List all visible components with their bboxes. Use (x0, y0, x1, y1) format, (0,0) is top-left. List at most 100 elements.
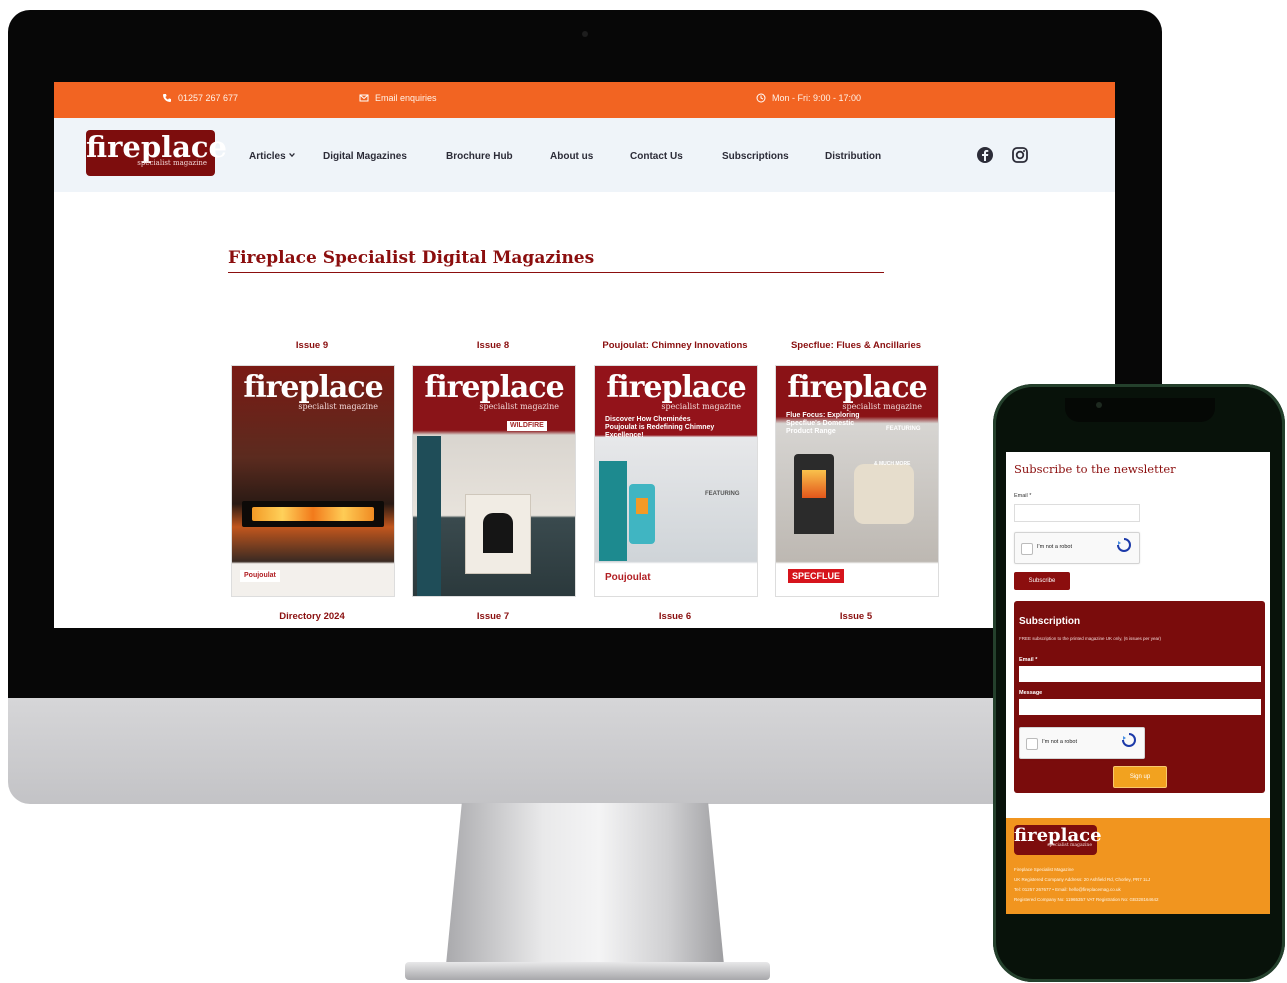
cover-brand: Poujoulat (605, 572, 651, 583)
cover-tagline: specialist magazine (298, 402, 378, 411)
logo-word: fireplace (86, 130, 228, 164)
footer-logo[interactable]: fireplace specialist magazine (1014, 825, 1102, 855)
main-navbar: fireplace specialist magazine Articles D… (54, 118, 1115, 192)
cover-featuring: FEATURING (705, 491, 740, 497)
cover-featuring: FEATURING (886, 426, 921, 432)
footer-company-name: Fireplace Specialist Magazine (1014, 867, 1074, 872)
magazine-title[interactable]: Issue 7 (403, 611, 583, 622)
sub-message-input[interactable] (1019, 699, 1261, 715)
captcha-checkbox[interactable] (1021, 543, 1033, 555)
newsletter-captcha[interactable]: I'm not a robot (1014, 532, 1140, 564)
cover-fireplace-image (242, 501, 384, 527)
email-contact[interactable]: Email enquiries (359, 93, 437, 103)
cover-logo: fireplace (243, 370, 383, 405)
cover-mantel (465, 494, 531, 574)
cover-brand: WILDFIRE (507, 421, 547, 432)
title-divider (228, 272, 884, 273)
cover-stove (629, 484, 655, 544)
cover-headline: Flue Focus: Exploring Specflue's Domesti… (786, 412, 860, 436)
opening-hours: Mon - Fri: 9:00 - 17:00 (756, 93, 861, 103)
cover-brand: Poujoulat (240, 570, 280, 583)
nav-label: Distribution (825, 151, 882, 162)
imac-camera (582, 31, 588, 37)
magazine-cover[interactable]: fireplace specialist magazine Flue Focus… (775, 365, 939, 597)
hours-text: Mon - Fri: 9:00 - 17:00 (772, 93, 862, 103)
subscription-captcha[interactable]: I'm not a robot (1019, 727, 1145, 759)
email-label: Email * (1014, 493, 1032, 499)
recaptcha-icon (1117, 538, 1131, 552)
cover-stove (794, 454, 834, 534)
nav-contact-us[interactable]: Contact Us (630, 151, 683, 162)
magazine-title[interactable]: Poujoulat: Chimney Innovations (585, 340, 765, 351)
nav-label: Subscriptions (722, 151, 789, 162)
magazine-title[interactable]: Issue 8 (403, 340, 583, 351)
sub-email-input[interactable] (1019, 666, 1261, 682)
magazine-title[interactable]: Issue 9 (222, 340, 402, 351)
captcha-checkbox[interactable] (1026, 738, 1038, 750)
nav-label: Digital Magazines (323, 151, 407, 162)
nav-articles[interactable]: Articles (249, 151, 296, 162)
phone-screen: Subscribe to the newsletter Email * I'm … (1006, 452, 1270, 914)
phone-number: 01257 267 677 (178, 93, 239, 103)
nav-label: Contact Us (630, 151, 683, 162)
subscription-description: FREE subscription to the printed magazin… (1019, 636, 1161, 641)
subscribe-button[interactable]: Subscribe (1014, 572, 1070, 590)
nav-subscriptions[interactable]: Subscriptions (722, 151, 789, 162)
nav-label: Articles (249, 151, 286, 162)
phone-notch (1065, 398, 1215, 422)
clock-icon (756, 93, 766, 103)
imac-foot (405, 962, 770, 980)
sub-message-label: Message (1019, 690, 1043, 696)
email-link: Email enquiries (375, 93, 437, 103)
sub-email-label: Email * (1019, 657, 1038, 663)
nav-label: About us (550, 151, 594, 162)
magazine-title[interactable]: Issue 6 (585, 611, 765, 622)
subscription-title: Subscription (1019, 616, 1081, 627)
contact-bar: 01257 267 677 Email enquiries Mon - Fri:… (54, 82, 1115, 118)
cover-logo: fireplace (424, 370, 564, 405)
nav-digital-magazines[interactable]: Digital Magazines (323, 151, 407, 162)
instagram-icon[interactable] (1011, 146, 1029, 164)
footer-info: Fireplace Specialist Magazine UK Registe… (1014, 865, 1159, 905)
chevron-down-icon (289, 152, 296, 158)
nav-label: Brochure Hub (446, 151, 513, 162)
nav-about-us[interactable]: About us (550, 151, 593, 162)
cover-tagline: specialist magazine (842, 402, 922, 411)
signup-button[interactable]: Sign up (1113, 766, 1167, 788)
phone-icon (163, 94, 171, 102)
magazine-cover[interactable]: fireplace specialist magazine Poujoulat (231, 365, 395, 597)
cover-wall (417, 436, 441, 596)
cover-more: & MUCH MORE (874, 461, 911, 467)
cover-brand: SPECFLUE (788, 569, 845, 584)
magazine-title[interactable]: Directory 2024 (222, 611, 402, 622)
envelope-icon (359, 94, 369, 102)
nav-brochure-hub[interactable]: Brochure Hub (446, 151, 513, 162)
magazine-title[interactable]: Issue 5 (766, 611, 946, 622)
cover-logo: fireplace (606, 370, 746, 405)
desktop-screen: 01257 267 677 Email enquiries Mon - Fri:… (54, 82, 1115, 628)
site-logo[interactable]: fireplace specialist magazine (86, 130, 228, 176)
subscription-panel: Subscription FREE subscription to the pr… (1014, 601, 1265, 793)
cover-tagline: specialist magazine (661, 402, 741, 411)
recaptcha-icon (1122, 733, 1136, 747)
nav-distribution[interactable]: Distribution (825, 151, 881, 162)
footer-address: UK Registered Company Address: 20 Ashfie… (1014, 877, 1151, 882)
newsletter-email-input[interactable] (1014, 504, 1140, 522)
imac-stand (445, 803, 725, 975)
cover-basin (854, 464, 914, 524)
phone-camera (1096, 402, 1102, 408)
captcha-label: I'm not a robot (1042, 739, 1077, 745)
phone-footer: fireplace specialist magazine Fireplace … (1006, 818, 1270, 914)
magazine-cover[interactable]: fireplace specialist magazine WILDFIRE (412, 365, 576, 597)
magazine-cover[interactable]: fireplace specialist magazine Discover H… (594, 365, 758, 597)
imac-chin (8, 698, 1162, 804)
page-title: Fireplace Specialist Digital Magazines (228, 248, 595, 268)
footer-contact: Tel: 01257 267677 • Email: hello@firepla… (1014, 887, 1121, 892)
cover-headline: Discover How Cheminées Poujoulat is Rede… (605, 416, 715, 440)
cover-logo: fireplace (787, 370, 927, 405)
captcha-label: I'm not a robot (1037, 544, 1072, 550)
footer-registration: Registered Company No: 11965357 VAT Regi… (1014, 897, 1159, 902)
phone-contact[interactable]: 01257 267 677 (162, 93, 238, 103)
magazine-title[interactable]: Specflue: Flues & Ancillaries (766, 340, 946, 351)
facebook-icon[interactable] (976, 146, 994, 164)
